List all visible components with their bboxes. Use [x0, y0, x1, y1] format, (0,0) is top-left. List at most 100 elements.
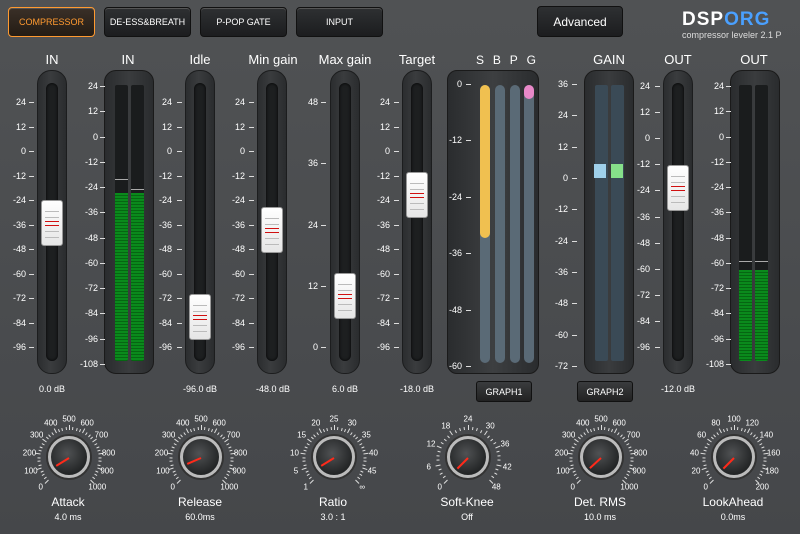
target-slider[interactable]: [402, 70, 432, 374]
knob-tick: [360, 470, 364, 473]
knob-value: 4.0 ms: [54, 512, 82, 522]
max-gain-scale: 48 36 24 12 0: [296, 97, 326, 352]
knob-scale-label: 5: [293, 466, 299, 476]
scale-label: -36: [710, 207, 724, 218]
knob-tick: [303, 449, 307, 452]
scale-label: -24: [636, 185, 650, 196]
graph1-button[interactable]: GRAPH1: [476, 381, 532, 402]
knob-tick: [629, 464, 633, 466]
knob-tick: [310, 436, 314, 440]
knob-face[interactable]: [180, 436, 222, 478]
knob-tick: [703, 449, 707, 452]
tab-p-pop-gate[interactable]: P-POP GATE: [200, 7, 287, 37]
knob-face[interactable]: [713, 436, 755, 478]
knob-tick: [41, 442, 45, 446]
scale-label: 12: [713, 106, 724, 117]
knob-tick: [580, 434, 584, 438]
tab-de-ess-breath[interactable]: DE-ESS&BREATH: [104, 7, 191, 37]
knob-tick: [211, 428, 214, 432]
knob-tick: [734, 425, 735, 430]
knob-pointer: [320, 457, 335, 467]
knob-tick: [96, 446, 100, 449]
in-slider[interactable]: [37, 70, 67, 374]
in-meter-scale: 24 12 0 -12 -24 -36 -48 -60 -72 -84 -96 -108: [76, 81, 105, 412]
in-meter-left-level: [115, 192, 128, 361]
scale-tick: [655, 164, 660, 166]
knob-tick: [303, 464, 307, 466]
knob-tick: [713, 434, 717, 438]
gain-scale: 36 24 12 0 -12 -24 -36 -48 -60 -72: [546, 79, 577, 371]
knob-tick: [716, 432, 719, 436]
knob-tick: [760, 470, 764, 473]
knob-tick: [495, 445, 501, 449]
idle-slider[interactable]: [185, 70, 215, 374]
scale-label: 48: [307, 97, 318, 107]
scale-tick: [249, 347, 254, 348]
knob-tick: [570, 449, 574, 452]
idle-scale: 24 12 0 -12 -24 -36 -48 -60 -72 -84 -96: [150, 97, 182, 352]
knob-tick: [593, 427, 596, 431]
knob-tick: [444, 479, 449, 484]
knob-name: Det. RMS: [573, 495, 626, 509]
scale-label: 12: [15, 121, 26, 132]
scale-label: 12: [307, 280, 318, 291]
knob-tick: [177, 436, 181, 440]
scale-label: 12: [234, 121, 245, 132]
scale-tick: [394, 175, 399, 177]
max-gain-title: Max gain: [318, 52, 372, 67]
in-slider-handle[interactable]: [41, 200, 63, 246]
scale-label: -12: [231, 170, 245, 181]
knob-tick: [490, 438, 494, 441]
knob-face[interactable]: [313, 436, 355, 478]
scale-label: -108: [705, 359, 724, 369]
knob-scale-label: 600: [612, 418, 626, 428]
scale-label: -60: [231, 268, 245, 279]
max-gain-slider[interactable]: [330, 70, 360, 374]
scale-label: 24: [307, 219, 318, 230]
knob-tick: [625, 473, 630, 477]
scale-tick: [100, 161, 105, 163]
knob-tick: [463, 427, 465, 431]
knob-tick: [740, 427, 743, 431]
out-slider[interactable]: [663, 70, 693, 374]
knob-scale-label: 300: [561, 430, 576, 440]
knob-tick: [306, 442, 310, 446]
knob-tick: [436, 445, 442, 449]
knob-tick: [40, 470, 44, 473]
knob-tick: [597, 427, 599, 431]
scale-tick: [249, 175, 254, 177]
knob-tick: [435, 464, 441, 467]
scale-label: -12: [636, 159, 650, 170]
knob-tick: [38, 464, 42, 466]
min-gain-slider[interactable]: [257, 70, 287, 374]
knob-face[interactable]: [580, 436, 622, 478]
knob-tick: [703, 464, 707, 466]
scale-tick: [655, 268, 660, 270]
tab-compressor[interactable]: COMPRESSOR: [8, 7, 95, 37]
scale-label: -12: [710, 156, 724, 167]
max-gain-slider-handle[interactable]: [334, 272, 356, 319]
scale-label: -84: [12, 317, 26, 328]
knob-face[interactable]: [48, 436, 90, 478]
target-slider-handle[interactable]: [406, 171, 428, 218]
idle-slider-handle[interactable]: [189, 293, 211, 340]
scale-tick: [726, 111, 731, 113]
knob-tick: [493, 442, 497, 445]
tab-input[interactable]: INPUT: [296, 7, 383, 37]
knob-tick: [622, 436, 626, 440]
graph2-button[interactable]: GRAPH2: [577, 381, 633, 402]
knob-face[interactable]: [447, 436, 489, 478]
scale-label: -12: [376, 170, 390, 181]
scale-label: -48: [84, 232, 98, 243]
letter-s: S: [476, 53, 485, 67]
knob-tick: [326, 427, 329, 431]
min-gain-slider-handle[interactable]: [261, 207, 283, 254]
knob-tick: [305, 470, 309, 473]
knob-tick: [759, 442, 763, 446]
knob-tick: [318, 428, 322, 434]
advanced-button[interactable]: Advanced: [537, 6, 623, 37]
knob-scale-label: 140: [759, 430, 774, 440]
knob-scale-label: 900: [632, 466, 646, 476]
knob-tick: [362, 449, 366, 452]
out-slider-handle[interactable]: [667, 164, 689, 211]
